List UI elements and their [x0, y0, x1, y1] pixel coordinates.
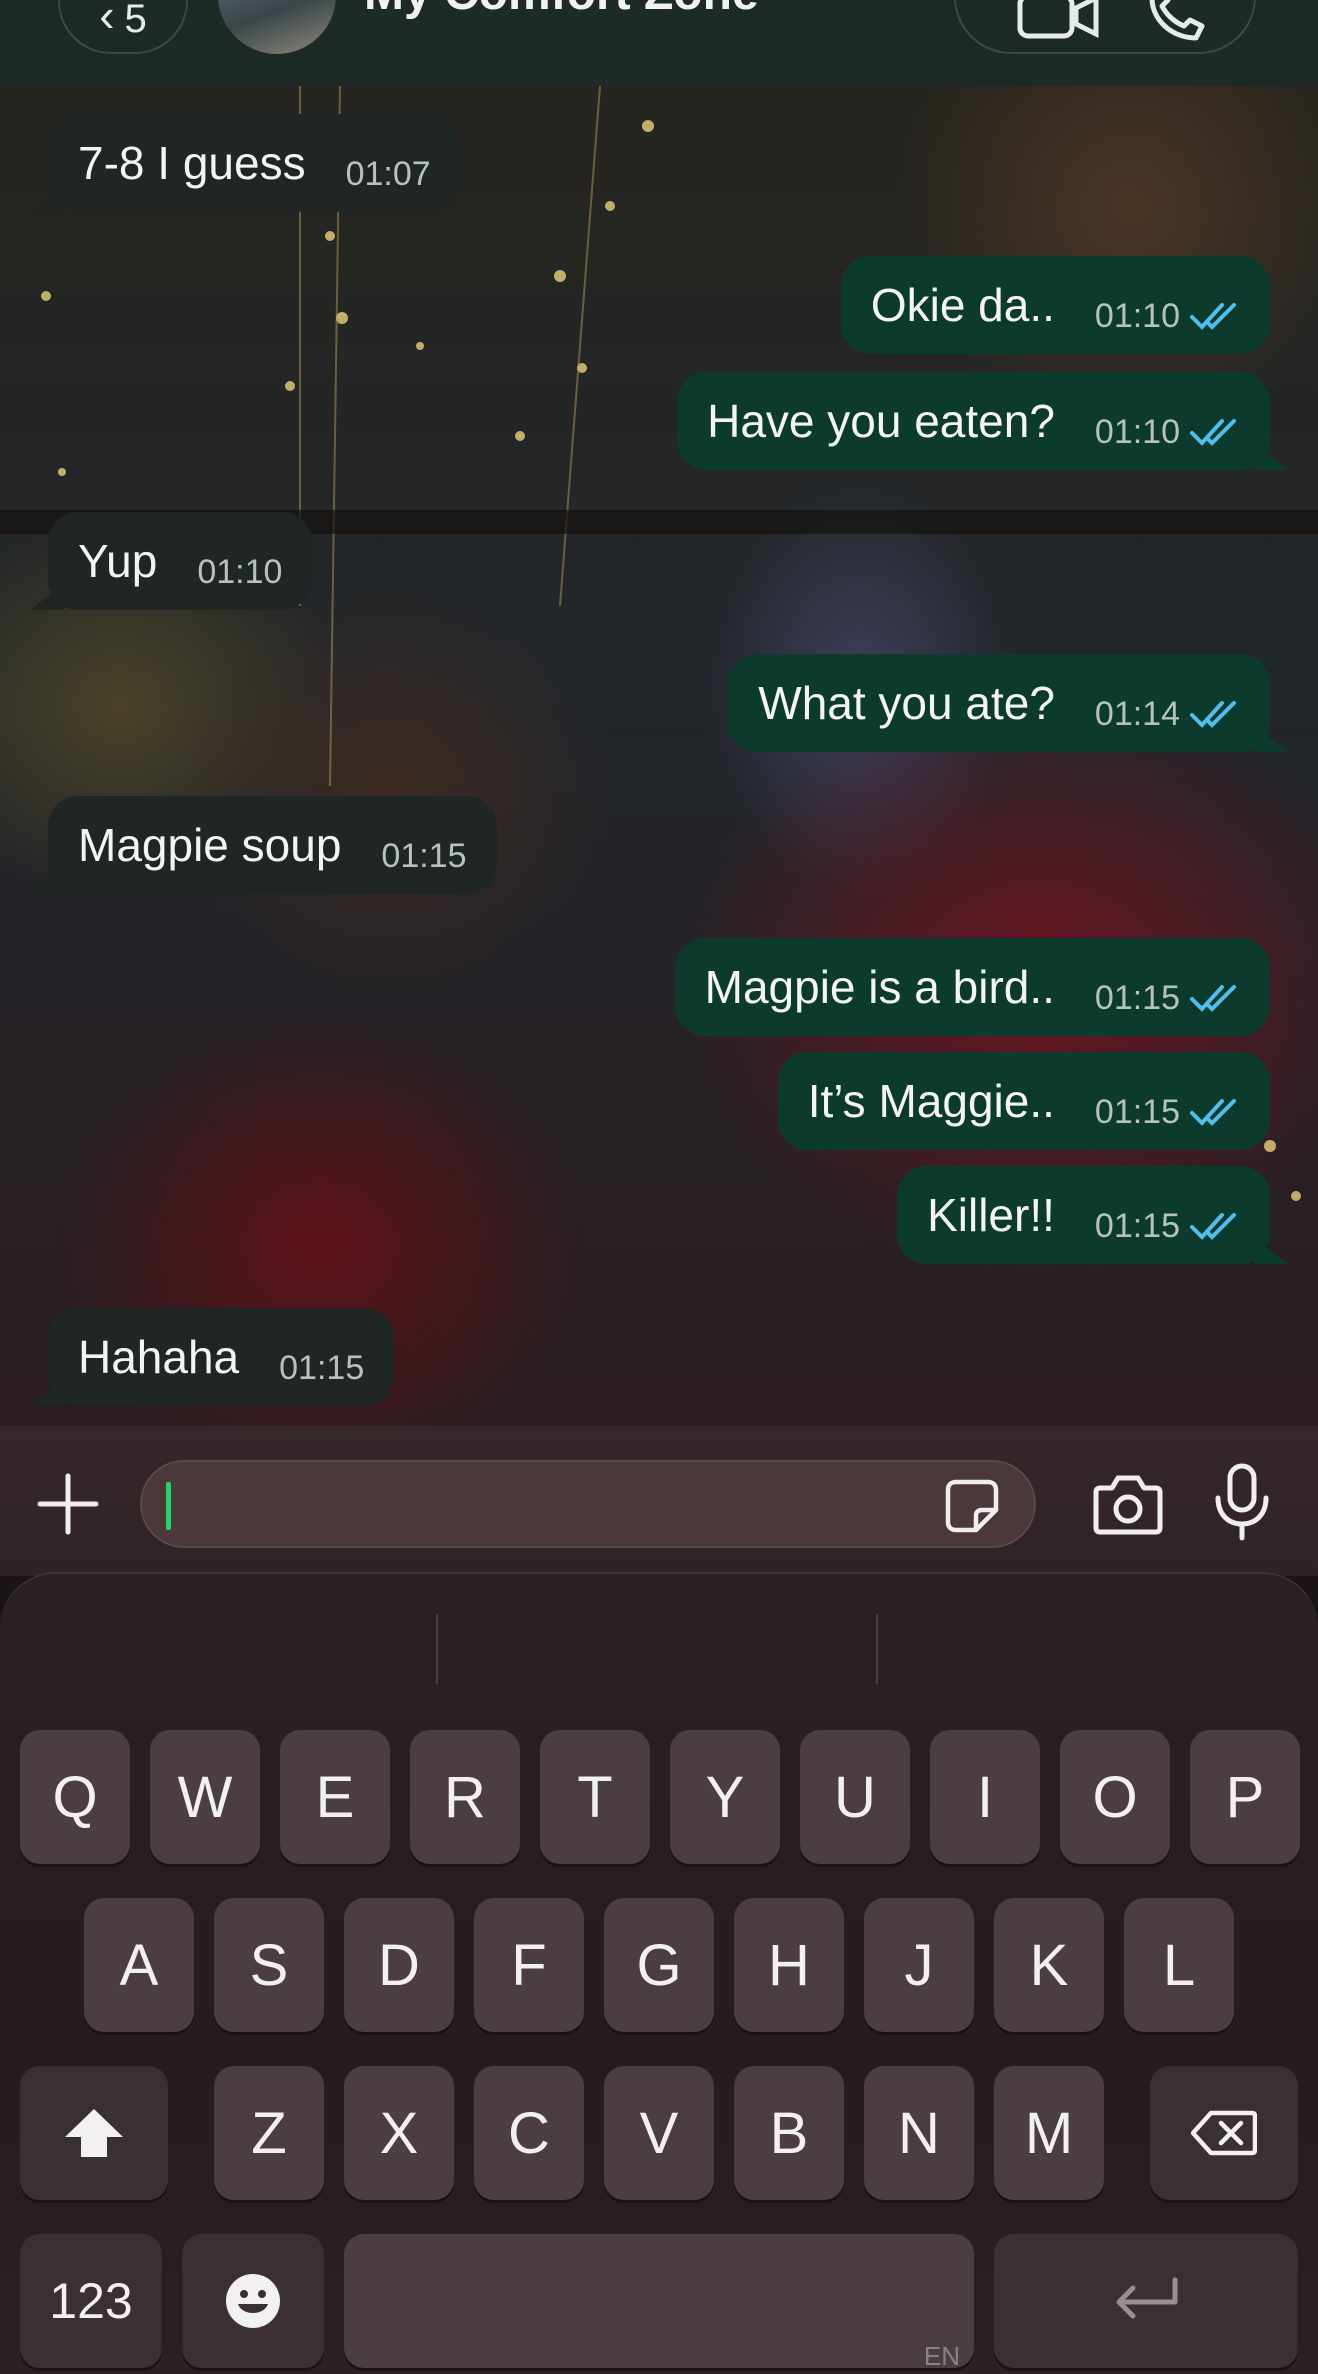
message-text: It’s Maggie.. [807, 1075, 1055, 1127]
message-time: 01:10 [197, 552, 283, 591]
key-q[interactable]: Q [20, 1730, 130, 1864]
message-time: 01:10 [1094, 296, 1180, 335]
phone-icon[interactable] [1146, 0, 1210, 42]
message-time: 01:15 [1094, 978, 1180, 1017]
key-h[interactable]: H [734, 1898, 844, 2032]
call-buttons [954, 0, 1256, 54]
key-b[interactable]: B [734, 2066, 844, 2200]
message-input[interactable] [140, 1460, 1036, 1548]
key-a[interactable]: A [84, 1898, 194, 2032]
chat-messages[interactable]: 7-8 I guess 01:07 Okie da.. 01:10 Have y… [0, 86, 1318, 1426]
key-d[interactable]: D [344, 1898, 454, 2032]
message-text: What you ate? [758, 677, 1055, 729]
chat-title[interactable]: My Comfort Zone [364, 0, 759, 21]
return-icon [1116, 2277, 1178, 2319]
key-j[interactable]: J [864, 1898, 974, 2032]
backspace-icon [1191, 2110, 1257, 2156]
key-f[interactable]: F [474, 1898, 584, 2032]
double-check-read-icon [1190, 419, 1236, 446]
key-i[interactable]: I [930, 1730, 1040, 1864]
back-button[interactable]: ‹ 5 [58, 0, 188, 54]
message-text: Magpie is a bird.. [704, 961, 1055, 1013]
message-time: 01:15 [381, 836, 467, 875]
message-text: Hahaha [78, 1331, 240, 1383]
bubble-tail [30, 186, 64, 212]
unread-count-badge: 5 [124, 0, 147, 41]
message-time: 01:14 [1094, 694, 1180, 733]
suggestion-divider [876, 1614, 878, 1684]
message-bubble-incoming[interactable]: Yup 01:10 [48, 512, 313, 610]
key-r[interactable]: R [410, 1730, 520, 1864]
message-bubble-incoming[interactable]: Hahaha 01:15 [48, 1308, 395, 1406]
chat-header: ‹ 5 My Comfort Zone [0, 0, 1318, 86]
double-check-read-icon [1190, 1213, 1236, 1240]
message-text: Magpie soup [78, 819, 342, 871]
key-u[interactable]: U [800, 1730, 910, 1864]
double-check-read-icon [1190, 701, 1236, 728]
key-g[interactable]: G [604, 1898, 714, 2032]
camera-icon[interactable] [1092, 1470, 1164, 1538]
text-cursor [166, 1482, 171, 1530]
double-check-read-icon [1190, 303, 1236, 330]
bubble-tail [30, 584, 64, 610]
key-n[interactable]: N [864, 2066, 974, 2200]
key-m[interactable]: M [994, 2066, 1104, 2200]
numbers-key[interactable]: 123 [20, 2234, 162, 2368]
bubble-tail [1254, 1238, 1288, 1264]
key-k[interactable]: K [994, 1898, 1104, 2032]
key-o[interactable]: O [1060, 1730, 1170, 1864]
shift-key[interactable] [20, 2066, 168, 2200]
on-screen-keyboard: Q W E R T Y U I O P A S D F G H J K L Z … [0, 1572, 1318, 2374]
return-key[interactable] [994, 2234, 1298, 2368]
sticker-icon[interactable] [942, 1476, 1002, 1536]
bubble-tail [1254, 444, 1288, 470]
message-time: 01:15 [279, 1348, 365, 1387]
message-bubble-incoming[interactable]: 7-8 I guess 01:07 [48, 114, 461, 212]
suggestion-divider [436, 1614, 438, 1684]
message-bubble-outgoing[interactable]: Magpie is a bird.. 01:15 [674, 938, 1270, 1036]
message-time: 01:15 [1094, 1092, 1180, 1131]
compose-bar [0, 1426, 1318, 1576]
key-p[interactable]: P [1190, 1730, 1300, 1864]
avatar[interactable] [218, 0, 336, 54]
key-v[interactable]: V [604, 2066, 714, 2200]
key-s[interactable]: S [214, 1898, 324, 2032]
key-c[interactable]: C [474, 2066, 584, 2200]
message-text: Have you eaten? [707, 395, 1055, 447]
microphone-icon[interactable] [1212, 1462, 1272, 1542]
message-text: Yup [78, 535, 158, 587]
message-bubble-outgoing[interactable]: Killer!! 01:15 [897, 1166, 1270, 1264]
message-time: 01:15 [1094, 1206, 1180, 1245]
key-z[interactable]: Z [214, 2066, 324, 2200]
key-y[interactable]: Y [670, 1730, 780, 1864]
double-check-read-icon [1190, 985, 1236, 1012]
plus-icon[interactable] [36, 1472, 100, 1536]
shift-arrow-icon [65, 2109, 123, 2157]
double-check-read-icon [1190, 1099, 1236, 1126]
key-w[interactable]: W [150, 1730, 260, 1864]
message-time: 01:10 [1094, 412, 1180, 451]
key-l[interactable]: L [1124, 1898, 1234, 2032]
message-text: 7-8 I guess [78, 137, 306, 189]
message-time: 01:07 [345, 154, 431, 193]
bubble-tail [30, 868, 64, 894]
message-bubble-incoming[interactable]: Magpie soup 01:15 [48, 796, 497, 894]
message-bubble-outgoing[interactable]: Okie da.. 01:10 [840, 256, 1270, 354]
message-text: Killer!! [927, 1189, 1055, 1241]
bubble-tail [1254, 726, 1288, 752]
backspace-key[interactable] [1150, 2066, 1298, 2200]
key-x[interactable]: X [344, 2066, 454, 2200]
emoji-icon [226, 2274, 280, 2328]
bubble-tail [30, 1380, 64, 1406]
message-bubble-outgoing[interactable]: What you ate? 01:14 [728, 654, 1270, 752]
key-e[interactable]: E [280, 1730, 390, 1864]
space-key[interactable]: EN [344, 2234, 974, 2371]
message-bubble-outgoing[interactable]: It’s Maggie.. 01:15 [777, 1052, 1270, 1150]
message-bubble-outgoing[interactable]: Have you eaten? 01:10 [677, 372, 1270, 470]
emoji-key[interactable] [182, 2234, 324, 2368]
video-call-icon[interactable] [1016, 0, 1100, 42]
key-t[interactable]: T [540, 1730, 650, 1864]
message-text: Okie da.. [870, 279, 1055, 331]
chevron-left-icon: ‹ [99, 0, 115, 41]
